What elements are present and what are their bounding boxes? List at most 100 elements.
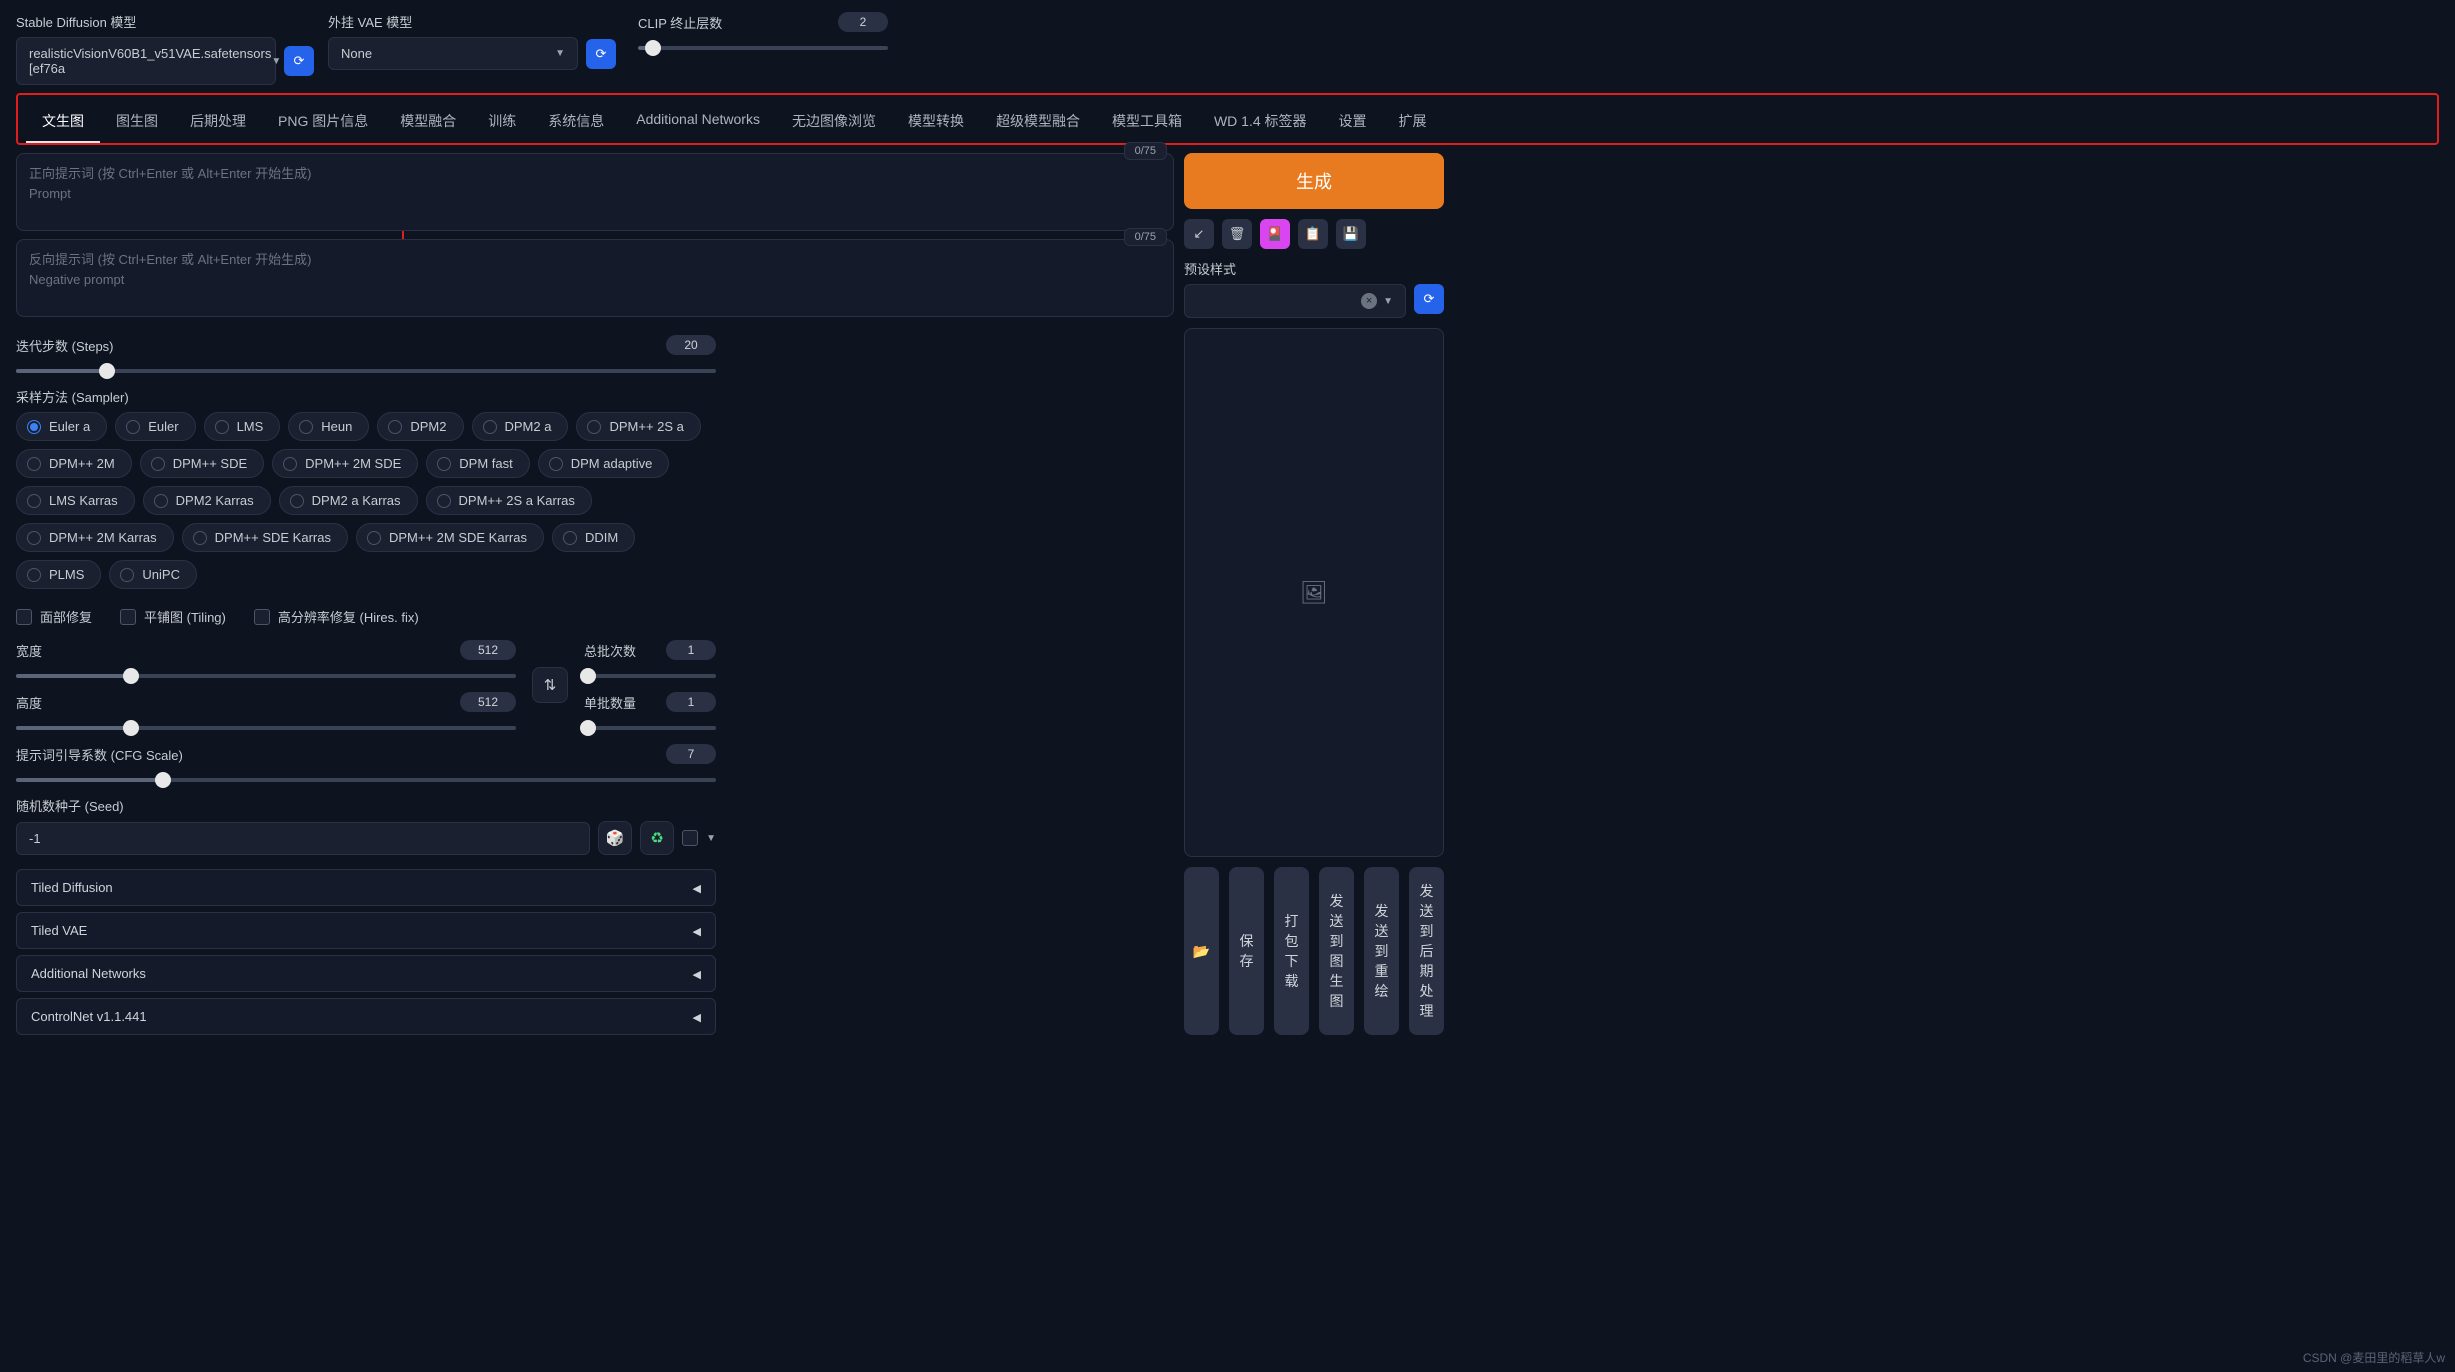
vae-label: 外挂 VAE 模型 [328, 12, 618, 31]
sampler-option[interactable]: Euler a [16, 412, 107, 441]
sampler-option[interactable]: DPM++ 2M Karras [16, 523, 174, 552]
sampler-option[interactable]: Heun [288, 412, 369, 441]
sd-model-label: Stable Diffusion 模型 [16, 12, 316, 31]
batch-count-value: 1 [666, 640, 716, 660]
tiling-checkbox[interactable]: 平铺图 (Tiling) [120, 607, 226, 626]
clipboard-button[interactable]: 📋 [1298, 219, 1328, 249]
clip-skip-slider[interactable] [638, 46, 888, 50]
vae-select[interactable]: None ▼ [328, 37, 578, 70]
generate-button[interactable]: 生成 [1184, 153, 1444, 209]
tab-11[interactable]: 模型工具箱 [1096, 101, 1198, 143]
accordion-item[interactable]: ControlNet v1.1.441 [16, 998, 716, 1035]
radio-icon [437, 457, 451, 471]
width-value: 512 [460, 640, 516, 660]
tab-12[interactable]: WD 1.4 标签器 [1198, 101, 1323, 143]
open-folder-button[interactable]: 📂 [1184, 867, 1219, 1035]
seed-input[interactable]: -1 [16, 822, 590, 855]
sampler-option[interactable]: DPM2 Karras [143, 486, 271, 515]
seed-extra-checkbox[interactable] [682, 830, 698, 846]
tab-4[interactable]: 模型融合 [384, 101, 472, 143]
batch-size-value: 1 [666, 692, 716, 712]
tab-0[interactable]: 文生图 [26, 101, 100, 143]
cfg-label: 提示词引导系数 (CFG Scale) [16, 745, 183, 764]
refresh-styles-button[interactable]: ⟳ [1414, 284, 1444, 314]
save-button[interactable]: 保存 [1229, 867, 1264, 1035]
sampler-option[interactable]: DPM++ 2S a Karras [426, 486, 592, 515]
hires-fix-checkbox[interactable]: 高分辨率修复 (Hires. fix) [254, 607, 419, 626]
sampler-option[interactable]: DPM fast [426, 449, 529, 478]
cfg-slider[interactable] [16, 778, 716, 782]
tab-14[interactable]: 扩展 [1383, 101, 1443, 143]
tab-8[interactable]: 无边图像浏览 [776, 101, 892, 143]
batch-count-slider[interactable] [584, 674, 716, 678]
tab-10[interactable]: 超级模型融合 [980, 101, 1096, 143]
random-seed-button[interactable]: 🎲 [598, 821, 632, 855]
sampler-option[interactable]: DPM2 [377, 412, 463, 441]
tab-13[interactable]: 设置 [1323, 101, 1383, 143]
sampler-option[interactable]: DPM++ 2M SDE Karras [356, 523, 544, 552]
sampler-option[interactable]: DPM++ SDE Karras [182, 523, 348, 552]
steps-slider[interactable] [16, 369, 716, 373]
radio-icon [27, 568, 41, 582]
radio-icon [126, 420, 140, 434]
radio-icon [437, 494, 451, 508]
tab-7[interactable]: Additional Networks [620, 101, 776, 143]
tab-5[interactable]: 训练 [472, 101, 532, 143]
tab-9[interactable]: 模型转换 [892, 101, 980, 143]
refresh-model-button[interactable]: ⟳ [284, 46, 314, 76]
chevron-down-icon: ▼ [706, 833, 716, 844]
cards-icon: 🎴 [1267, 226, 1283, 242]
clip-skip-label: CLIP 终止层数 [638, 13, 722, 32]
accordion-item[interactable]: Tiled VAE [16, 912, 716, 949]
accordion-item[interactable]: Tiled Diffusion [16, 869, 716, 906]
send-to-extras-button[interactable]: 发送到 后期处理 [1409, 867, 1444, 1035]
sampler-option[interactable]: LMS Karras [16, 486, 135, 515]
batch-size-slider[interactable] [584, 726, 716, 730]
token-counter-neg: 0/75 [1124, 228, 1167, 246]
seed-label: 随机数种子 (Seed) [16, 796, 716, 815]
sampler-option[interactable]: DPM adaptive [538, 449, 670, 478]
swap-dims-button[interactable]: ⇅ [532, 667, 568, 703]
tab-1[interactable]: 图生图 [100, 101, 174, 143]
negative-prompt[interactable]: 0/75 反向提示词 (按 Ctrl+Enter 或 Alt+Enter 开始生… [16, 239, 1174, 317]
trash-button[interactable]: 🗑 [1222, 219, 1252, 249]
sampler-option[interactable]: UniPC [109, 560, 197, 589]
sampler-option[interactable]: DDIM [552, 523, 635, 552]
radio-icon [215, 420, 229, 434]
chevron-left-icon [693, 923, 701, 938]
clear-styles-button[interactable]: × [1361, 293, 1377, 309]
clipboard-icon: 📋 [1305, 226, 1321, 242]
radio-icon [27, 420, 41, 434]
chevron-left-icon [693, 880, 701, 895]
chevron-left-icon [693, 966, 701, 981]
zip-button[interactable]: 打包下载 [1274, 867, 1309, 1035]
width-slider[interactable] [16, 674, 516, 678]
sampler-option[interactable]: DPM++ 2S a [576, 412, 700, 441]
styles-select[interactable]: × ▼ [1184, 284, 1406, 318]
tab-3[interactable]: PNG 图片信息 [262, 101, 384, 143]
height-slider[interactable] [16, 726, 516, 730]
styles-label: 预设样式 [1184, 259, 1444, 278]
sampler-option[interactable]: DPM++ 2M [16, 449, 132, 478]
tab-6[interactable]: 系统信息 [532, 101, 620, 143]
extra-networks-button[interactable]: 🎴 [1260, 219, 1290, 249]
tab-2[interactable]: 后期处理 [174, 101, 262, 143]
face-restore-checkbox[interactable]: 面部修复 [16, 607, 92, 626]
save-style-button[interactable]: 💾 [1336, 219, 1366, 249]
refresh-vae-button[interactable]: ⟳ [586, 39, 616, 69]
sampler-option[interactable]: DPM++ SDE [140, 449, 264, 478]
positive-prompt[interactable]: 0/75 正向提示词 (按 Ctrl+Enter 或 Alt+Enter 开始生… [16, 153, 1174, 231]
send-to-img2img-button[interactable]: 发送到 图生图 [1319, 867, 1354, 1035]
sampler-option[interactable]: Euler [115, 412, 195, 441]
sampler-option[interactable]: DPM++ 2M SDE [272, 449, 418, 478]
reuse-seed-button[interactable]: ♻ [640, 821, 674, 855]
send-to-inpaint-button[interactable]: 发送到 重绘 [1364, 867, 1399, 1035]
radio-icon [154, 494, 168, 508]
sd-model-select[interactable]: realisticVisionV60B1_v51VAE.safetensors … [16, 37, 276, 85]
sampler-option[interactable]: PLMS [16, 560, 101, 589]
arrow-tool-button[interactable]: ↙ [1184, 219, 1214, 249]
sampler-option[interactable]: DPM2 a [472, 412, 569, 441]
accordion-item[interactable]: Additional Networks [16, 955, 716, 992]
sampler-option[interactable]: LMS [204, 412, 281, 441]
sampler-option[interactable]: DPM2 a Karras [279, 486, 418, 515]
